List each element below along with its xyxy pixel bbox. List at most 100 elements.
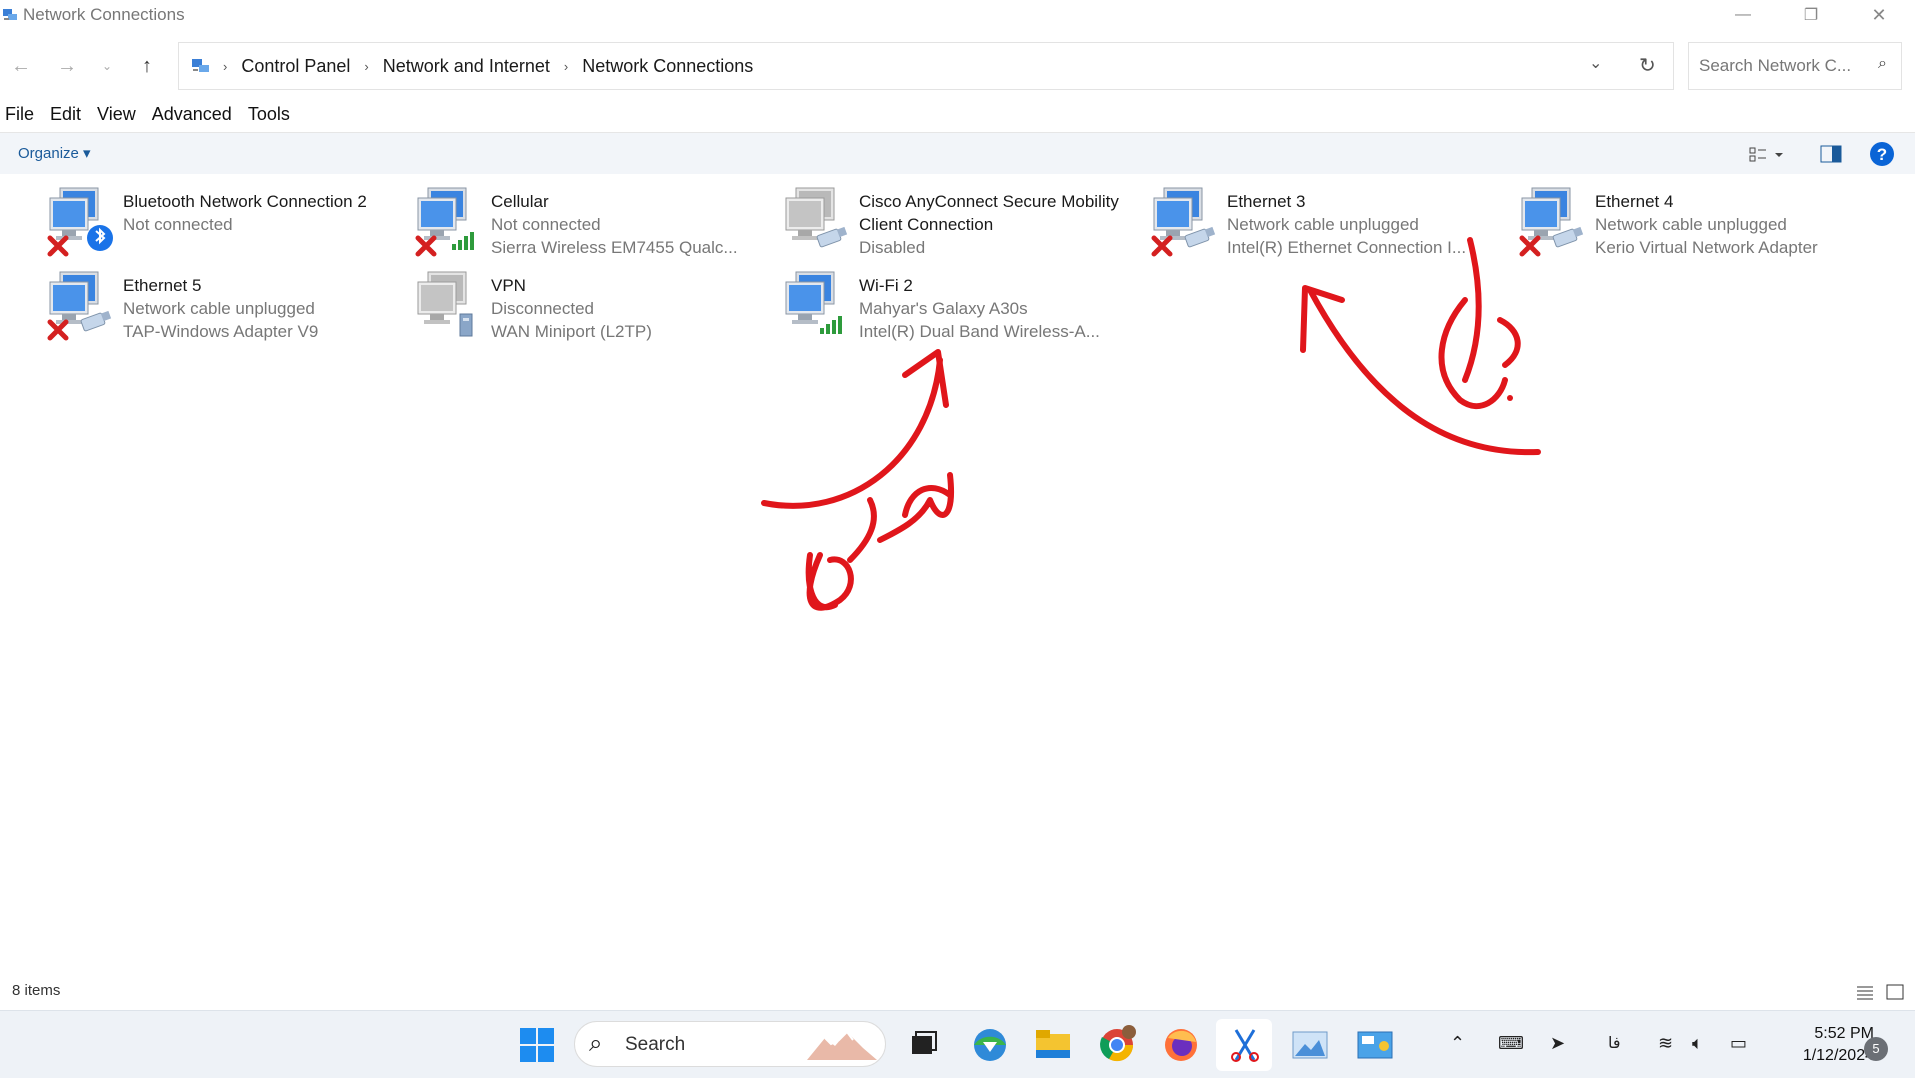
menu-tools[interactable]: Tools	[243, 104, 295, 130]
annotation-arrowhead-wifi	[902, 349, 949, 408]
forward-arrow-icon: →	[57, 54, 77, 77]
address-dropdown-icon[interactable]: ⌄	[1589, 53, 1602, 73]
connection-device: Intel(R) Dual Band Wireless-A...	[859, 322, 1100, 341]
preview-pane-icon[interactable]	[1820, 145, 1842, 163]
breadcrumb-separator-icon: ›	[563, 58, 569, 74]
taskbar: ⌕ Search ⌃ ⌨ ➤ فا ≋ 🔈︎ ▭ 5:52 PM 1/12/20…	[0, 1010, 1915, 1078]
control-panel-icon[interactable]	[1354, 1024, 1396, 1066]
menu-bar: File Edit View Advanced Tools	[0, 104, 301, 130]
change-view-icon[interactable]	[1749, 146, 1785, 164]
annotation-arrow-to-ethernet3	[1307, 287, 1541, 456]
breadcrumb-network-connections[interactable]: Network Connections	[582, 56, 753, 77]
annotation-arrow-to-wifi	[761, 357, 943, 509]
connection-item-cisco-anyconnect[interactable]: Cisco AnyConnect Secure Mobility Client …	[782, 186, 1142, 266]
connection-name: Bluetooth Network Connection 2	[123, 192, 367, 211]
connection-device: Kerio Virtual Network Adapter	[1595, 238, 1818, 257]
search-icon: ⌕	[1878, 55, 1887, 72]
connection-name: Ethernet 4	[1595, 192, 1674, 211]
connection-item-wifi-2[interactable]: Wi-Fi 2 Mahyar's Galaxy A30s Intel(R) Du…	[782, 270, 1142, 350]
search-input[interactable]: Search Network C...	[1699, 56, 1851, 76]
connection-status: Network cable unplugged	[1595, 215, 1787, 234]
connection-item-ethernet-4[interactable]: Ethernet 4 Network cable unplugged Kerio…	[1518, 186, 1908, 266]
title-bar: Network Connections — ❐ ✕	[0, 0, 1915, 34]
connection-device: WAN Miniport (L2TP)	[491, 322, 652, 341]
annotation-dot	[1507, 395, 1513, 401]
connection-item-vpn[interactable]: VPN Disconnected WAN Miniport (L2TP)	[414, 270, 774, 350]
connection-device: Intel(R) Ethernet Connection I...	[1227, 238, 1467, 257]
close-button[interactable]: ✕	[1851, 0, 1907, 30]
battery-icon[interactable]: ▭	[1730, 1033, 1747, 1054]
up-arrow-icon: ↑	[142, 54, 152, 77]
window-title: Network Connections	[23, 5, 185, 24]
clock-date: 1/12/2024	[1802, 1047, 1874, 1064]
breadcrumb-separator-icon: ›	[364, 58, 369, 74]
connection-name: Ethernet 3	[1227, 192, 1306, 211]
connection-status: Network cable unplugged	[1227, 215, 1419, 234]
connection-device: Sierra Wireless EM7455 Qualc...	[491, 238, 738, 257]
help-icon[interactable]: ?	[1869, 141, 1895, 167]
details-view-icon[interactable]	[1856, 984, 1874, 1000]
wifi-network-icon	[785, 271, 842, 334]
notification-badge[interactable]: 5	[1864, 1037, 1888, 1061]
ethernet-network-icon	[785, 187, 848, 248]
search-icon: ⌕	[589, 1030, 603, 1057]
recent-locations-button[interactable]: ⌄	[92, 52, 122, 80]
up-button[interactable]: ↑	[132, 52, 162, 80]
ethernet-network-icon	[1518, 187, 1584, 258]
forward-button[interactable]: →	[52, 52, 82, 80]
show-hidden-icons-chevron-icon[interactable]: ⌃	[1450, 1033, 1465, 1054]
breadcrumb-control-panel[interactable]: Control Panel	[241, 56, 350, 77]
vpn-network-icon	[417, 271, 473, 337]
connection-status: Disabled	[859, 238, 926, 257]
location-icon[interactable]: ➤	[1550, 1033, 1565, 1054]
large-icons-view-icon[interactable]	[1886, 984, 1904, 1000]
connection-item-ethernet-5[interactable]: Ethernet 5 Network cable unplugged TAP-W…	[46, 270, 406, 350]
breadcrumb-network-and-internet[interactable]: Network and Internet	[383, 56, 550, 77]
connection-status: Not connected	[491, 215, 601, 234]
menu-file[interactable]: File	[0, 104, 39, 130]
volume-icon[interactable]: 🔈︎	[1692, 1033, 1703, 1054]
organize-button[interactable]: Organize ▾	[18, 144, 91, 162]
search-highlight-mountain-icon	[807, 1030, 877, 1060]
task-view-icon[interactable]	[902, 1024, 944, 1066]
menu-edit[interactable]: Edit	[45, 104, 86, 130]
search-box[interactable]: Search Network C... ⌕	[1688, 42, 1902, 90]
breadcrumb-separator-icon: ›	[223, 58, 228, 74]
taskbar-search[interactable]: ⌕ Search	[574, 1021, 886, 1067]
back-button[interactable]: ←	[6, 52, 36, 80]
connection-item-cellular[interactable]: Cellular Not connected Sierra Wireless E…	[414, 186, 774, 266]
wifi-tray-icon[interactable]: ≋	[1658, 1033, 1673, 1054]
touch-keyboard-icon[interactable]: ⌨	[1498, 1033, 1524, 1054]
ethernet-network-icon	[46, 271, 112, 342]
item-count: 8 items	[12, 982, 61, 999]
connection-name: Cisco AnyConnect Secure Mobility Client …	[859, 192, 1119, 234]
chrome-icon[interactable]	[1096, 1024, 1138, 1066]
clock[interactable]: 5:52 PM 1/12/2024	[1778, 1023, 1874, 1067]
chevron-down-icon: ⌄	[101, 59, 113, 73]
connection-item-ethernet-3[interactable]: Ethernet 3 Network cable unplugged Intel…	[1150, 186, 1510, 266]
firefox-icon[interactable]	[1160, 1024, 1202, 1066]
minimize-button[interactable]: —	[1715, 0, 1771, 30]
file-explorer-icon[interactable]	[1032, 1024, 1074, 1066]
start-button-icon[interactable]	[516, 1024, 558, 1066]
taskbar-search-label: Search	[625, 1034, 686, 1055]
command-bar: Organize ▾ ?	[0, 132, 1915, 174]
connection-status: Disconnected	[491, 299, 595, 318]
annotation-script-left	[805, 472, 954, 611]
connection-name: Ethernet 5	[123, 276, 202, 295]
network-connections-app-icon	[3, 9, 17, 20]
refresh-icon[interactable]: ↻	[1639, 53, 1656, 78]
download-manager-icon[interactable]	[969, 1024, 1011, 1066]
connection-item-bluetooth[interactable]: Bluetooth Network Connection 2 Not conne…	[46, 186, 406, 266]
address-bar[interactable]: › Control Panel › Network and Internet ›…	[178, 42, 1674, 90]
connection-name: VPN	[491, 276, 526, 295]
menu-view[interactable]: View	[92, 104, 141, 130]
input-language-indicator[interactable]: فا	[1608, 1033, 1621, 1053]
connection-status: Network cable unplugged	[123, 299, 315, 318]
photos-icon[interactable]	[1289, 1024, 1331, 1066]
menu-advanced[interactable]: Advanced	[147, 104, 237, 130]
connection-status: Mahyar's Galaxy A30s	[859, 299, 1028, 318]
snipping-tool-icon[interactable]	[1224, 1024, 1266, 1066]
restore-button[interactable]: ❐	[1783, 0, 1839, 30]
svg-text:?: ?	[1877, 145, 1887, 164]
